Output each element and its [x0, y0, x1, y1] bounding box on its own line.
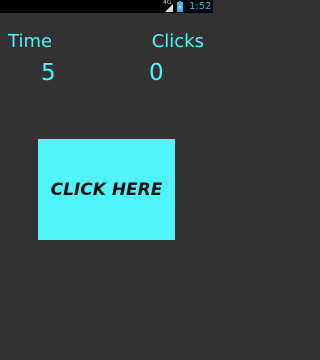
click-here-button-label: CLICK HERE: [50, 179, 163, 200]
click-here-button[interactable]: CLICK HERE: [38, 139, 175, 240]
status-time: 1:52: [189, 1, 212, 12]
battery-charging-icon: [177, 1, 183, 12]
time-value: 5: [41, 60, 56, 86]
time-label: Time: [8, 31, 53, 52]
status-bar: 4G 1:52: [0, 0, 213, 13]
clicks-value: 0: [149, 60, 164, 86]
clicks-label: Clicks: [151, 31, 204, 52]
signal-strength-icon: [165, 4, 173, 12]
